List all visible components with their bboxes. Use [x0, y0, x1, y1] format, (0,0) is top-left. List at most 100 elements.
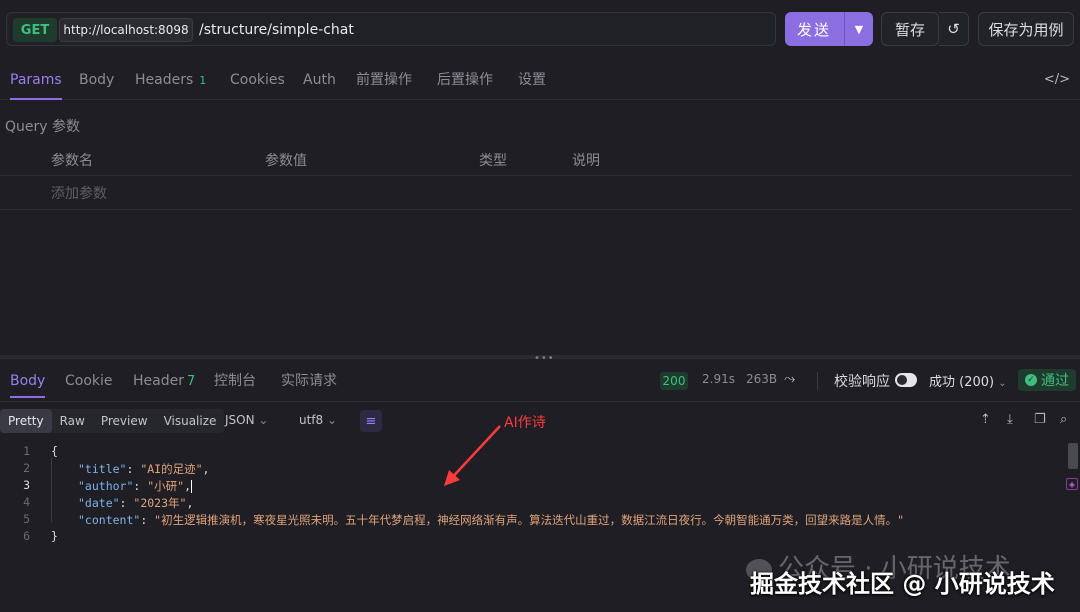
text-caret — [191, 480, 193, 493]
code-line: { — [51, 444, 58, 458]
column-header: 参数名 — [51, 153, 93, 169]
annotation-label: AI作诗 — [504, 415, 546, 431]
tab-label: Cookie — [65, 373, 113, 389]
tab-label: 实际请求 — [281, 373, 337, 389]
watermark-juejin: 掘金技术社区 @ 小研说技术 — [750, 570, 1055, 598]
code-line: } — [51, 529, 58, 543]
tab-response-cookie[interactable]: Cookie — [65, 366, 113, 398]
tab-label: Params — [10, 72, 62, 88]
code-icon[interactable]: </> — [1044, 72, 1070, 87]
tab-console[interactable]: 控制台 — [214, 366, 256, 398]
path-input[interactable]: /structure/simple-chat — [199, 13, 354, 47]
tab-label: Cookies — [230, 72, 285, 88]
tab-auth[interactable]: Auth — [303, 64, 336, 100]
tab-body[interactable]: Body — [79, 64, 114, 100]
tab-label: 前置操作 — [356, 72, 412, 88]
download-icon[interactable]: ⤓ — [1007, 412, 1013, 427]
share-icon[interactable]: ⤳ — [784, 371, 795, 387]
save-as-example-button[interactable]: 保存为用例 — [978, 12, 1074, 46]
json-key: "title" — [78, 462, 127, 476]
column-header: 说明 — [572, 153, 600, 169]
view-mode-segmented: Pretty Raw Preview Visualize — [0, 409, 225, 433]
json-key: "content" — [78, 513, 141, 527]
word-wrap-icon[interactable]: ≡ — [360, 410, 382, 432]
add-param-row[interactable]: 添加参数 — [0, 176, 1072, 210]
tab-response-body[interactable]: Body — [10, 366, 46, 398]
brace: { — [51, 444, 58, 458]
editor-scrollbar[interactable] — [1068, 443, 1078, 469]
response-time: 2.91s — [702, 372, 735, 386]
pass-label: 通过 — [1041, 373, 1069, 389]
check-circle-icon: ✓ — [1025, 374, 1037, 386]
save-draft-button[interactable]: 暂存 — [881, 12, 939, 46]
line-number: 3 — [23, 478, 30, 492]
status-badge: 200 — [660, 372, 688, 390]
mode-raw[interactable]: Raw — [52, 409, 93, 433]
encoding-select[interactable]: utf8 ⌄ — [299, 413, 337, 427]
tab-response-header[interactable]: Header 7 — [133, 366, 195, 398]
copy-icon[interactable]: ❐ — [1034, 412, 1046, 427]
request-tabs: Params Body Headers 1 Cookies Auth 前置操作 后… — [0, 64, 1080, 100]
validate-toggle[interactable] — [895, 373, 917, 387]
chevron-down-icon: ⌄ — [258, 413, 269, 427]
success-select-value: 成功 (200) — [929, 375, 995, 390]
column-header: 参数值 — [265, 153, 307, 169]
chevron-down-icon: ⌄ — [327, 413, 338, 427]
query-params-title: Query 参数 — [5, 119, 80, 135]
response-size: 263B — [746, 372, 778, 386]
annotation-arrow — [444, 425, 501, 486]
format-value: JSON — [225, 413, 255, 427]
request-url-bar[interactable]: GET http://localhost:8098 /structure/sim… — [6, 12, 776, 46]
tab-cookies[interactable]: Cookies — [230, 64, 285, 100]
line-number: 5 — [23, 512, 30, 526]
tab-label: Header — [133, 373, 184, 389]
chevron-down-icon: ⌄ — [998, 378, 1007, 389]
tab-label: Body — [79, 72, 115, 88]
tab-settings[interactable]: 设置 — [518, 64, 546, 100]
tab-params[interactable]: Params — [10, 64, 62, 100]
validate-response-label: 校验响应 — [834, 374, 890, 390]
mode-visualize[interactable]: Visualize — [156, 409, 225, 433]
tab-pre-operations[interactable]: 前置操作 — [356, 64, 412, 100]
base-url-chip[interactable]: http://localhost:8098 — [59, 18, 193, 42]
encoding-value: utf8 — [299, 413, 324, 427]
brace: } — [51, 529, 58, 543]
reset-icon[interactable]: ↺ — [939, 12, 969, 46]
tab-label: Headers — [135, 72, 194, 88]
pass-badge: ✓ 通过 — [1018, 369, 1076, 391]
mode-pretty[interactable]: Pretty — [0, 409, 52, 433]
line-number: 2 — [23, 461, 30, 475]
tab-label: 后置操作 — [437, 72, 493, 88]
add-param-placeholder[interactable]: 添加参数 — [51, 183, 107, 203]
json-key: "date" — [78, 496, 120, 510]
success-status-select[interactable]: 成功 (200) ⌄ — [929, 371, 1007, 390]
code-line: "content": "初生逻辑推演机，寒夜星光照未明。五十年代梦启程，神经网络… — [78, 513, 905, 527]
response-tabs: Body Cookie Header 7 控制台 实际请求 — [0, 366, 1080, 402]
tab-label: Body — [10, 373, 46, 389]
chevron-down-icon[interactable]: ▼ — [844, 12, 873, 46]
json-value: "AI的足迹" — [140, 462, 203, 476]
search-icon[interactable]: ⌕ — [1060, 412, 1067, 427]
line-number: 4 — [23, 495, 30, 509]
upload-icon[interactable]: ⇡ — [980, 412, 991, 427]
json-value: "2023年" — [133, 496, 187, 510]
divider — [817, 372, 818, 390]
params-table-header: 参数名 参数值 类型 说明 — [0, 146, 1072, 176]
column-header: 类型 — [479, 153, 507, 169]
tab-headers[interactable]: Headers 1 — [135, 64, 206, 100]
send-button-label: 发送 — [796, 20, 831, 39]
method-select[interactable]: GET — [13, 18, 57, 42]
json-value: "初生逻辑推演机，寒夜星光照未明。五十年代梦启程，神经网络渐有声。算法迭代山重过… — [154, 513, 905, 527]
line-number: 1 — [23, 444, 30, 458]
format-select[interactable]: JSON ⌄ — [225, 413, 268, 427]
tab-actual-request[interactable]: 实际请求 — [281, 366, 337, 398]
minimap-marker-icon: ◈ — [1066, 478, 1078, 490]
tab-post-operations[interactable]: 后置操作 — [437, 64, 493, 100]
drag-handle-icon[interactable]: ••• — [534, 353, 555, 364]
tab-label: 设置 — [518, 72, 546, 88]
send-button[interactable]: 发送 ▼ — [785, 12, 873, 46]
mode-preview[interactable]: Preview — [93, 409, 156, 433]
headers-count-badge: 1 — [199, 74, 207, 87]
header-count-badge: 7 — [186, 374, 196, 389]
code-line: "title": "AI的足迹", — [78, 462, 210, 476]
